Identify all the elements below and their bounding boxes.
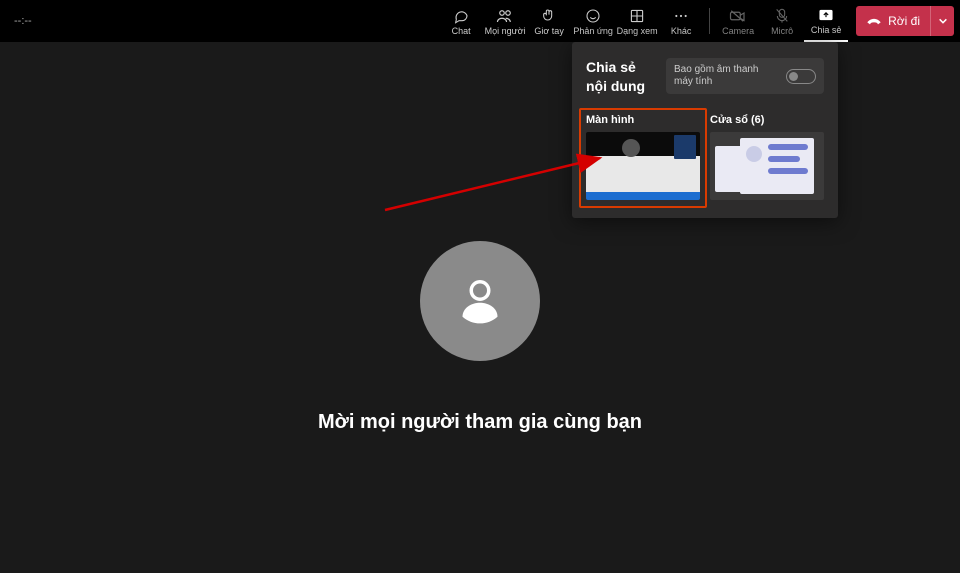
leave-dropdown[interactable] (930, 6, 954, 36)
camera-label: Camera (722, 26, 754, 36)
mic-label: Micrô (771, 26, 793, 36)
view-button[interactable]: Dạng xem (615, 0, 659, 42)
leave-label: Rời đi (888, 14, 920, 28)
annotation-arrow (380, 150, 610, 220)
avatar-placeholder (420, 241, 540, 361)
hangup-icon (866, 15, 882, 27)
window-thumbnail (710, 132, 824, 200)
smile-icon (585, 7, 601, 25)
more-label: Khác (671, 26, 692, 36)
share-button[interactable]: Chia sẻ (804, 0, 848, 42)
leave-group: Rời đi (856, 6, 954, 36)
people-icon (496, 7, 514, 25)
camera-button[interactable]: Camera (716, 0, 760, 42)
include-audio-toggle[interactable]: Bao gồm âm thanh máy tính (666, 58, 824, 94)
share-panel-title: Chia sẻ nội dung (586, 58, 656, 96)
share-screen-label: Màn hình (586, 114, 700, 126)
share-window-option[interactable]: Cửa sổ (6) (710, 114, 824, 200)
people-label: Mọi người (485, 26, 526, 36)
toggle-switch-icon (786, 69, 816, 84)
chevron-down-icon (938, 17, 948, 25)
mic-off-icon (775, 7, 789, 25)
raise-hand-button[interactable]: Giơ tay (527, 0, 571, 42)
invite-message: Mời mọi người tham gia cùng bạn (318, 411, 642, 434)
grid-icon (630, 7, 644, 25)
camera-off-icon (729, 7, 747, 25)
include-audio-label: Bao gồm âm thanh máy tính (674, 64, 778, 88)
more-button[interactable]: Khác (659, 0, 703, 42)
share-tray-icon (818, 6, 834, 24)
toolbar-separator (709, 8, 710, 34)
topbar-actions: Chat Mọi người Giơ tay Phản ứng Dạng xem (439, 0, 954, 42)
share-content-panel: Chia sẻ nội dung Bao gồm âm thanh máy tí… (572, 42, 838, 218)
leave-button[interactable]: Rời đi (856, 6, 930, 36)
topbar: --:-- Chat Mọi người Giơ tay Phản ứng (0, 0, 960, 42)
more-icon (673, 7, 689, 25)
share-window-label: Cửa sổ (6) (710, 114, 824, 126)
people-button[interactable]: Mọi người (483, 0, 527, 42)
chat-icon (453, 7, 469, 25)
view-label: Dạng xem (617, 26, 658, 36)
reactions-label: Phản ứng (573, 26, 613, 36)
share-label: Chia sẻ (811, 25, 842, 35)
hand-icon (541, 7, 557, 25)
raise-hand-label: Giơ tay (534, 26, 563, 36)
chat-button[interactable]: Chat (439, 0, 483, 42)
reactions-button[interactable]: Phản ứng (571, 0, 615, 42)
chat-label: Chat (452, 26, 471, 36)
call-timer: --:-- (6, 15, 32, 27)
mic-button[interactable]: Micrô (760, 0, 804, 42)
